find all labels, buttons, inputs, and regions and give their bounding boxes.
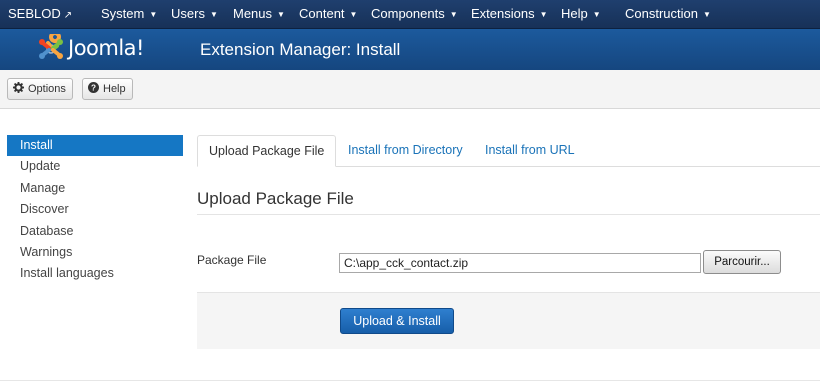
sidebar-item-warnings[interactable]: Warnings: [7, 242, 183, 263]
section-title: Upload Package File: [197, 189, 354, 208]
menu-label: Extensions: [471, 6, 535, 21]
page-header: Joomla! Extension Manager: Install: [0, 29, 820, 70]
gear-icon: [13, 82, 24, 93]
caret-down-icon: ▼: [592, 10, 601, 19]
install-tabs: Upload Package File Install from Directo…: [197, 135, 820, 167]
toolbar: Options ? Help: [0, 70, 820, 109]
logo-text: Joomla!: [68, 36, 144, 60]
sidebar-item-install[interactable]: Install: [7, 135, 183, 157]
footer-divider: [0, 380, 820, 381]
top-navbar: SEBLOD ↗ System ▼ Users ▼ Menus ▼ Content ▼ C…: [0, 0, 820, 29]
sidebar: Install Update Manage Discover Database …: [7, 135, 183, 285]
external-link-icon: ↗: [63, 10, 73, 21]
sidebar-item-discover[interactable]: Discover: [7, 199, 183, 220]
tab-install-from-directory[interactable]: Install from Directory: [337, 135, 474, 166]
menu-menus[interactable]: Menus ▼: [233, 0, 285, 28]
svg-text:?: ?: [91, 84, 96, 93]
menu-content[interactable]: Content ▼: [299, 0, 357, 28]
options-label: Options: [28, 83, 66, 95]
caret-down-icon: ▼: [277, 10, 285, 19]
upload-install-button[interactable]: Upload & Install: [340, 308, 454, 334]
form-actions: Upload & Install: [197, 292, 820, 349]
help-label: Help: [103, 83, 126, 95]
section-divider: [197, 214, 820, 215]
caret-down-icon: ▼: [539, 10, 548, 19]
brand-label: SEBLOD: [8, 6, 61, 21]
menu-extensions[interactable]: Extensions ▼: [471, 0, 548, 28]
menu-system[interactable]: System ▼: [101, 0, 157, 28]
menu-label: Menus: [233, 6, 273, 21]
menu-users[interactable]: Users ▼: [171, 0, 218, 28]
menu-label: Users: [171, 6, 205, 21]
sidebar-item-manage[interactable]: Manage: [7, 178, 183, 199]
caret-down-icon: ▼: [702, 10, 711, 19]
sidebar-item-update[interactable]: Update: [7, 156, 183, 177]
joomla-logo-icon: [39, 34, 63, 59]
help-button[interactable]: ? Help: [82, 78, 133, 100]
options-button[interactable]: Options: [7, 78, 73, 100]
brand-link[interactable]: SEBLOD ↗: [8, 0, 72, 28]
menu-components[interactable]: Components ▼: [371, 0, 458, 28]
sidebar-item-database[interactable]: Database: [7, 221, 183, 242]
caret-down-icon: ▼: [449, 10, 458, 19]
package-file-label: Package File: [197, 253, 267, 267]
sidebar-item-install-languages[interactable]: Install languages: [7, 263, 183, 284]
caret-down-icon: ▼: [209, 10, 218, 19]
menu-label: Content: [299, 6, 345, 21]
menu-label: Components: [371, 6, 445, 21]
menu-label: Help: [561, 6, 588, 21]
caret-down-icon: ▼: [149, 10, 158, 19]
menu-construction[interactable]: Construction ▼: [625, 0, 711, 28]
menu-label: Construction: [625, 6, 698, 21]
tab-upload-package[interactable]: Upload Package File: [197, 135, 337, 167]
tab-install-from-url[interactable]: Install from URL: [474, 135, 586, 166]
menu-help[interactable]: Help ▼: [561, 0, 601, 28]
page-title: Extension Manager: Install: [200, 40, 401, 59]
joomla-logo[interactable]: Joomla!: [36, 32, 171, 66]
package-file-input[interactable]: C:\app_cck_contact.zip: [339, 253, 701, 273]
menu-label: System: [101, 6, 145, 21]
browse-button[interactable]: Parcourir...: [703, 250, 781, 274]
help-circle-icon: ?: [88, 82, 99, 93]
caret-down-icon: ▼: [349, 10, 358, 19]
